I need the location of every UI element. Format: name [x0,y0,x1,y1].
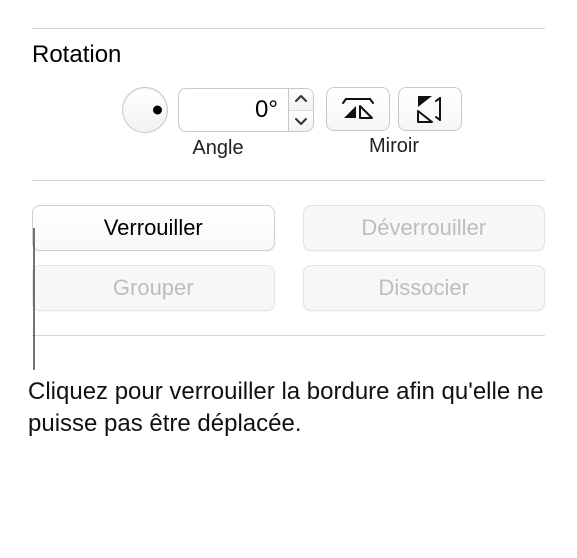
chevron-down-icon [295,117,307,125]
callout: Cliquez pour verrouiller la bordure afin… [0,376,577,441]
angle-group: Angle [122,87,314,160]
angle-stepper [288,88,314,132]
mirror-group: Miroir [326,87,462,158]
angle-step-up[interactable] [289,89,313,111]
mirror-buttons [326,87,462,131]
flip-horizontal-button[interactable] [326,87,390,131]
rotation-row: Angle [32,87,545,160]
flip-vertical-button[interactable] [398,87,462,131]
angle-controls [122,87,314,133]
arrange-panel: Rotation Angle [0,0,577,336]
unlock-button: Déverrouiller [303,205,546,251]
rotation-dial[interactable] [122,87,168,133]
divider-bottom [32,335,545,336]
chevron-up-icon [295,95,307,103]
ungroup-button: Dissocier [303,265,546,311]
flip-horizontal-icon [340,96,376,122]
angle-step-down[interactable] [289,111,313,132]
flip-vertical-icon [415,93,445,125]
angle-input[interactable] [178,88,288,132]
mirror-label: Miroir [369,135,419,158]
lock-button[interactable]: Verrouiller [32,205,275,251]
divider-mid [32,180,545,181]
angle-label: Angle [192,137,243,160]
divider-top [32,28,545,29]
rotation-section-title: Rotation [32,41,545,69]
callout-text: Cliquez pour verrouiller la bordure afin… [28,376,549,441]
button-grid: Verrouiller Déverrouiller Grouper Dissoc… [32,205,545,311]
group-button: Grouper [32,265,275,311]
angle-field [178,88,314,132]
